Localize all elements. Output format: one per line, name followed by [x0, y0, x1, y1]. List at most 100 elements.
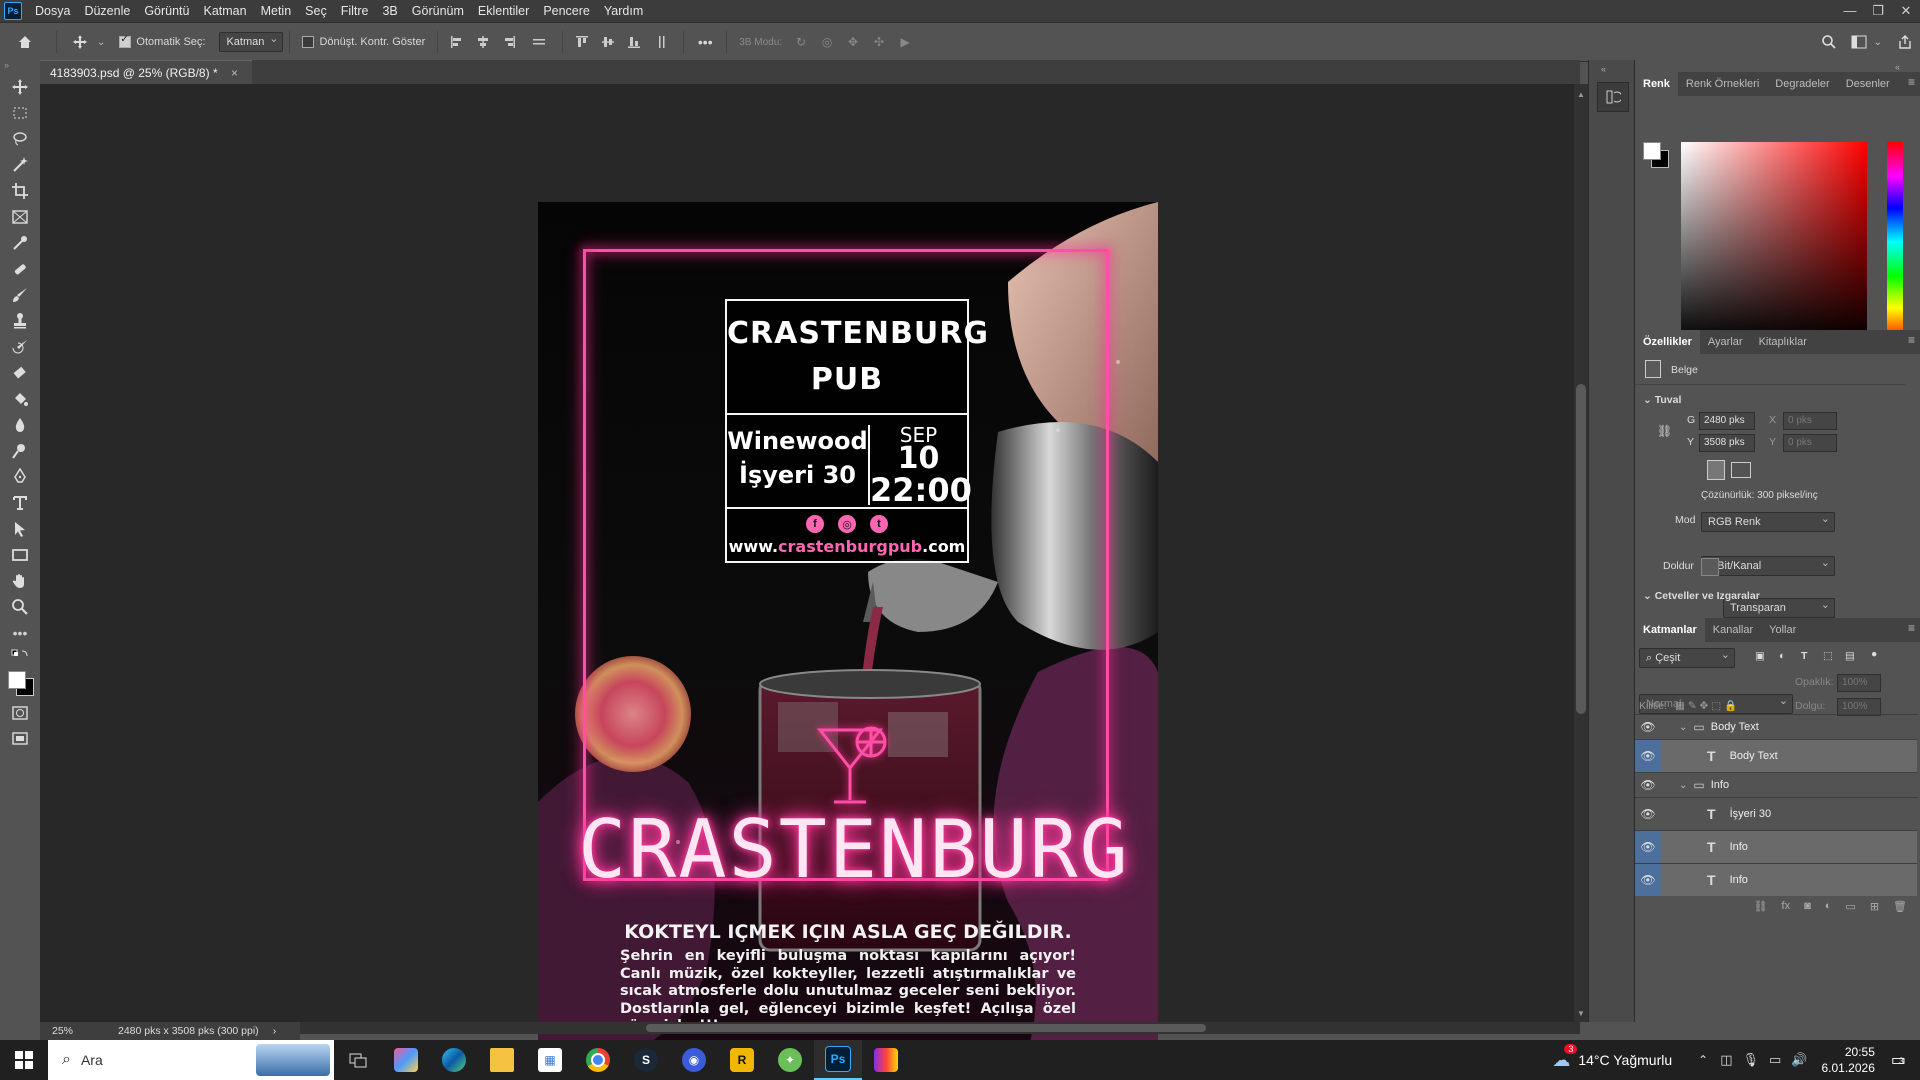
more-options-button[interactable]: ••• — [690, 29, 720, 55]
panel-menu-icon[interactable]: ≡ — [1908, 75, 1915, 89]
opacity-field[interactable]: 100% — [1837, 674, 1881, 692]
delete-layer-icon[interactable]: 🗑 — [1893, 900, 1907, 922]
visibility-eye-icon[interactable]: 👁 — [1635, 773, 1661, 797]
canvas-workspace[interactable]: CRASTENBURG PUB Winewood İşyeri 30 SEP 1… — [40, 84, 1580, 1078]
canvas-height-field[interactable]: 3508 pks — [1699, 434, 1755, 452]
menu-window[interactable]: Pencere — [536, 0, 597, 22]
magic-wand-tool-icon[interactable] — [0, 152, 40, 178]
visibility-eye-icon[interactable]: 👁 — [1635, 798, 1661, 830]
chevron-down-icon[interactable]: ⌄ — [97, 37, 105, 48]
move-tool-icon[interactable] — [0, 74, 40, 100]
layer-filter-kind-dropdown[interactable]: ⌕ Çeşit — [1639, 646, 1735, 668]
landscape-orientation-icon[interactable] — [1731, 462, 1751, 478]
menu-file[interactable]: Dosya — [28, 0, 77, 22]
layer-name[interactable]: Info — [1711, 779, 1729, 791]
steam-icon[interactable]: S — [622, 1040, 670, 1080]
canvas-x-field[interactable]: 0 pks — [1783, 412, 1837, 430]
panel-menu-icon[interactable]: ≡ — [1908, 621, 1915, 635]
copilot-icon[interactable] — [382, 1040, 430, 1080]
task-view-icon[interactable] — [334, 1040, 382, 1080]
minimize-button[interactable]: — — [1836, 0, 1864, 22]
quick-mask-icon[interactable] — [0, 700, 40, 726]
filter-adjustment-icon[interactable]: ◐ — [1779, 650, 1785, 662]
panel-menu-icon[interactable]: ≡ — [1908, 333, 1915, 347]
color-mode-dropdown[interactable]: RGB Renk — [1701, 510, 1835, 532]
close-tab-button[interactable]: × — [231, 66, 238, 80]
bit-depth-dropdown[interactable]: 8 Bit/Kanal — [1701, 554, 1835, 576]
canvas-y-field[interactable]: 0 pks — [1783, 434, 1837, 452]
healing-brush-tool-icon[interactable] — [0, 256, 40, 282]
screen-mode-icon[interactable] — [0, 726, 40, 752]
transform-check[interactable] — [302, 36, 315, 48]
visibility-eye-icon[interactable]: 👁 — [1635, 715, 1661, 739]
visibility-eye-icon[interactable]: 👁 — [1635, 864, 1661, 896]
lasso-tool-icon[interactable] — [0, 126, 40, 152]
move-tool-preset-icon[interactable] — [63, 29, 97, 55]
align-bottom-icon[interactable] — [621, 29, 647, 55]
fill-color-swatch[interactable] — [1701, 558, 1719, 576]
layer-name[interactable]: Body Text — [1711, 721, 1759, 733]
layer-name[interactable]: İşyeri 30 — [1730, 808, 1772, 820]
layer-row[interactable]: 👁 ⌄ ▭ Info — [1635, 772, 1917, 797]
weather-widget[interactable]: ☁ 3 14°C Yağmurlu — [1552, 1043, 1672, 1071]
3d-roll-icon[interactable]: ◎ — [814, 29, 840, 55]
collapse-dock-icon[interactable]: « — [1895, 62, 1900, 72]
pen-tool-icon[interactable] — [0, 464, 40, 490]
file-explorer-icon[interactable] — [478, 1040, 526, 1080]
eyedropper-tool-icon[interactable] — [0, 230, 40, 256]
hand-tool-icon[interactable] — [0, 568, 40, 594]
tab-libraries[interactable]: Kitaplıklar — [1751, 330, 1815, 354]
brush-tool-icon[interactable] — [0, 282, 40, 308]
rectangle-tool-icon[interactable] — [0, 542, 40, 568]
eraser-tool-icon[interactable] — [0, 360, 40, 386]
poster-artwork[interactable]: CRASTENBURG PUB Winewood İşyeri 30 SEP 1… — [538, 202, 1158, 1078]
menu-view[interactable]: Görünüm — [405, 0, 471, 22]
tab-swatches[interactable]: Renk Örnekleri — [1678, 72, 1767, 96]
zoom-level[interactable]: 25% — [40, 1025, 102, 1037]
align-top-icon[interactable] — [569, 29, 595, 55]
menu-3d[interactable]: 3B — [375, 0, 404, 22]
more-tools-icon[interactable]: ••• — [0, 620, 40, 646]
layer-row[interactable]: 👁 T Info — [1635, 830, 1917, 863]
layer-name[interactable]: Body Text — [1730, 750, 1778, 762]
blur-tool-icon[interactable] — [0, 412, 40, 438]
marquee-tool-icon[interactable] — [0, 100, 40, 126]
filter-smart-object-icon[interactable]: ▤ — [1845, 650, 1855, 662]
chevron-down-icon[interactable]: ⌄ — [1874, 37, 1882, 48]
clock[interactable]: 20:55 6.01.2026 — [1821, 1044, 1874, 1076]
show-transform-checkbox[interactable]: Dönüşt. Kontr. Göster — [296, 29, 431, 55]
menu-help[interactable]: Yardım — [597, 0, 650, 22]
microphone-icon[interactable]: 🎙 — [1742, 1052, 1759, 1068]
menu-edit[interactable]: Düzenle — [77, 0, 137, 22]
chrome-browser-icon[interactable] — [574, 1040, 622, 1080]
venue-text[interactable]: Winewood İşyeri 30 — [727, 424, 868, 492]
link-layers-icon[interactable]: ⛓ — [1754, 900, 1768, 922]
canvas-width-field[interactable]: 2480 pks — [1699, 412, 1755, 430]
filter-type-icon[interactable]: T — [1801, 650, 1807, 662]
history-panel-icon[interactable] — [1597, 82, 1629, 112]
3d-camera-icon[interactable]: ▶ — [892, 29, 918, 55]
foreground-color-swatch[interactable] — [8, 671, 26, 689]
menu-plugins[interactable]: Eklentiler — [471, 0, 536, 22]
layer-row[interactable]: 👁 T Info — [1635, 863, 1917, 896]
visibility-eye-icon[interactable]: 👁 — [1635, 831, 1661, 863]
tab-layers[interactable]: Katmanlar — [1635, 618, 1705, 642]
auto-select-check[interactable] — [119, 34, 132, 48]
tab-gradients[interactable]: Degradeler — [1767, 72, 1837, 96]
align-left-icon[interactable] — [444, 29, 470, 55]
menu-filter[interactable]: Filtre — [334, 0, 376, 22]
photoshop-taskbar-icon[interactable]: Ps — [814, 1040, 862, 1080]
3d-pan-icon[interactable]: ✥ — [840, 29, 866, 55]
taskbar-search-box[interactable]: ⌕ Ara — [48, 1040, 334, 1080]
menu-type[interactable]: Metin — [254, 0, 299, 22]
store-icon[interactable]: ▦ — [526, 1040, 574, 1080]
group-expand-icon[interactable]: ⌄ — [1679, 780, 1687, 791]
layer-name[interactable]: Info — [1730, 874, 1748, 886]
app-launcher-icon[interactable]: ✦ — [766, 1040, 814, 1080]
hue-slider[interactable] — [1887, 142, 1903, 342]
color-swatches[interactable] — [0, 668, 40, 700]
pub-title[interactable]: CRASTENBURG PUB — [727, 311, 988, 403]
path-selection-tool-icon[interactable] — [0, 516, 40, 542]
website-url[interactable]: www.crastenburgpub.com — [727, 537, 967, 556]
visibility-eye-icon[interactable]: 👁 — [1635, 740, 1661, 772]
